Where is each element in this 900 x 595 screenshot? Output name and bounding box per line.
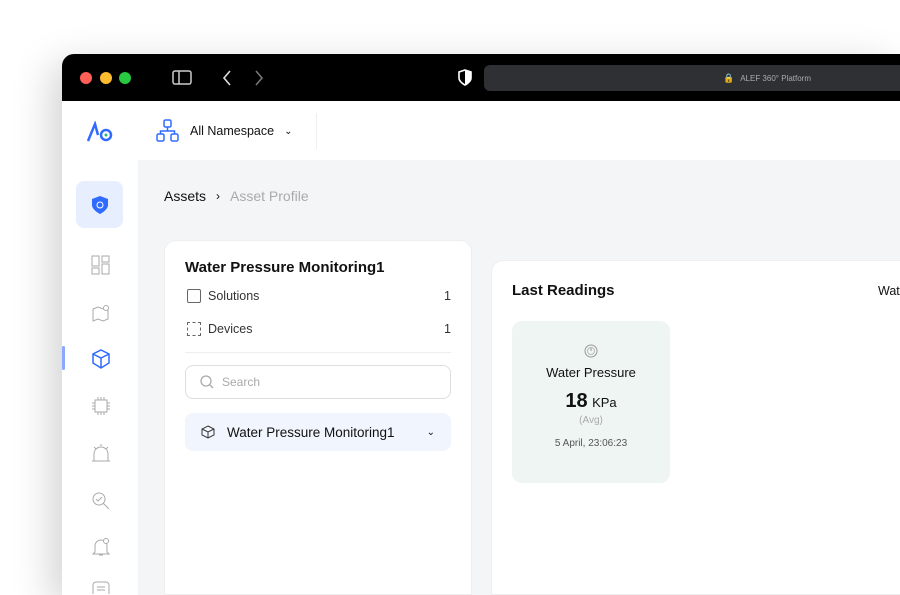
namespace-selector[interactable]: All Namespace ⌄ (156, 119, 292, 143)
last-readings-panel: Last Readings Wat Water Pressure 18 KPa … (491, 260, 900, 595)
chip-icon (187, 322, 201, 336)
back-icon[interactable] (222, 70, 232, 86)
reading-aggregation: (Avg) (579, 415, 603, 426)
readings-filter-label[interactable]: Wat (878, 284, 900, 298)
divider (185, 352, 451, 353)
asset-panel: Water Pressure Monitoring1 Solutions 1 D… (164, 240, 472, 595)
lock-icon: 🔒 (722, 72, 735, 83)
namespace-icon (156, 119, 179, 142)
search-placeholder: Search (222, 375, 261, 389)
stat-value: 1 (444, 322, 451, 336)
sidebar-item-map[interactable] (91, 303, 111, 323)
app-logo[interactable] (86, 121, 114, 143)
solutions-icon (187, 289, 201, 303)
active-indicator (62, 346, 65, 370)
breadcrumb-asset-profile: Asset Profile (230, 188, 309, 204)
app-header: All Namespace ⌄ (62, 101, 900, 160)
url-text: ALEF 360° Platform (740, 73, 811, 83)
chevron-down-icon: ⌄ (284, 125, 293, 137)
forward-icon[interactable] (254, 70, 264, 86)
stat-label: Solutions (208, 289, 260, 303)
chevron-down-icon[interactable]: ⌄ (427, 427, 435, 438)
reading-unit: KPa (592, 395, 617, 410)
cube-icon (201, 425, 215, 439)
stat-solutions: Solutions 1 (187, 289, 451, 303)
namespace-label: All Namespace (190, 124, 275, 138)
sidebar-toggle-icon[interactable] (172, 70, 192, 85)
sidebar (62, 160, 138, 595)
sidebar-item-assets[interactable] (91, 349, 111, 369)
breadcrumb-assets[interactable]: Assets (164, 188, 206, 204)
maximize-window-button[interactable] (119, 72, 131, 84)
sidebar-item-alarms[interactable] (91, 443, 111, 463)
reading-name: Water Pressure (546, 365, 636, 380)
stat-label: Devices (208, 322, 253, 336)
last-readings-title: Last Readings (512, 282, 615, 299)
minimize-window-button[interactable] (100, 72, 112, 84)
sidebar-item-devices[interactable] (91, 396, 111, 416)
browser-window: 🔒 ALEF 360° Platform All Namespace ⌄ Asse… (62, 54, 900, 595)
reading-timestamp: 5 April, 23:06:23 (554, 438, 628, 449)
sidebar-item-security[interactable] (76, 181, 123, 228)
asset-tree-label: Water Pressure Monitoring1 (227, 424, 395, 440)
shield-bug-icon (91, 195, 108, 214)
address-bar[interactable]: 🔒 ALEF 360° Platform (484, 65, 900, 91)
chevron-right-icon: › (216, 189, 221, 203)
search-input[interactable]: Search (185, 365, 451, 399)
browser-titlebar: 🔒 ALEF 360° Platform (62, 54, 900, 101)
reading-value-row: 18 KPa (512, 390, 670, 413)
gauge-icon (584, 344, 598, 358)
asset-title: Water Pressure Monitoring1 (185, 259, 385, 276)
close-window-button[interactable] (80, 72, 92, 84)
header-divider (316, 113, 317, 149)
breadcrumb: Assets › Asset Profile (164, 188, 309, 204)
asset-tree-item[interactable]: Water Pressure Monitoring1 ⌄ (185, 413, 451, 451)
stat-devices: Devices 1 (187, 322, 451, 336)
reading-card[interactable]: Water Pressure 18 KPa (Avg) 5 April, 23:… (512, 321, 670, 483)
stat-value: 1 (444, 289, 451, 303)
sidebar-item-inspection[interactable] (91, 490, 111, 510)
reading-value: 18 (565, 390, 588, 412)
search-icon (200, 375, 214, 389)
shield-icon (458, 69, 472, 86)
sidebar-item-dashboard[interactable] (91, 255, 111, 275)
sidebar-item-notifications[interactable] (91, 537, 111, 557)
sidebar-item-reports[interactable] (91, 580, 111, 594)
